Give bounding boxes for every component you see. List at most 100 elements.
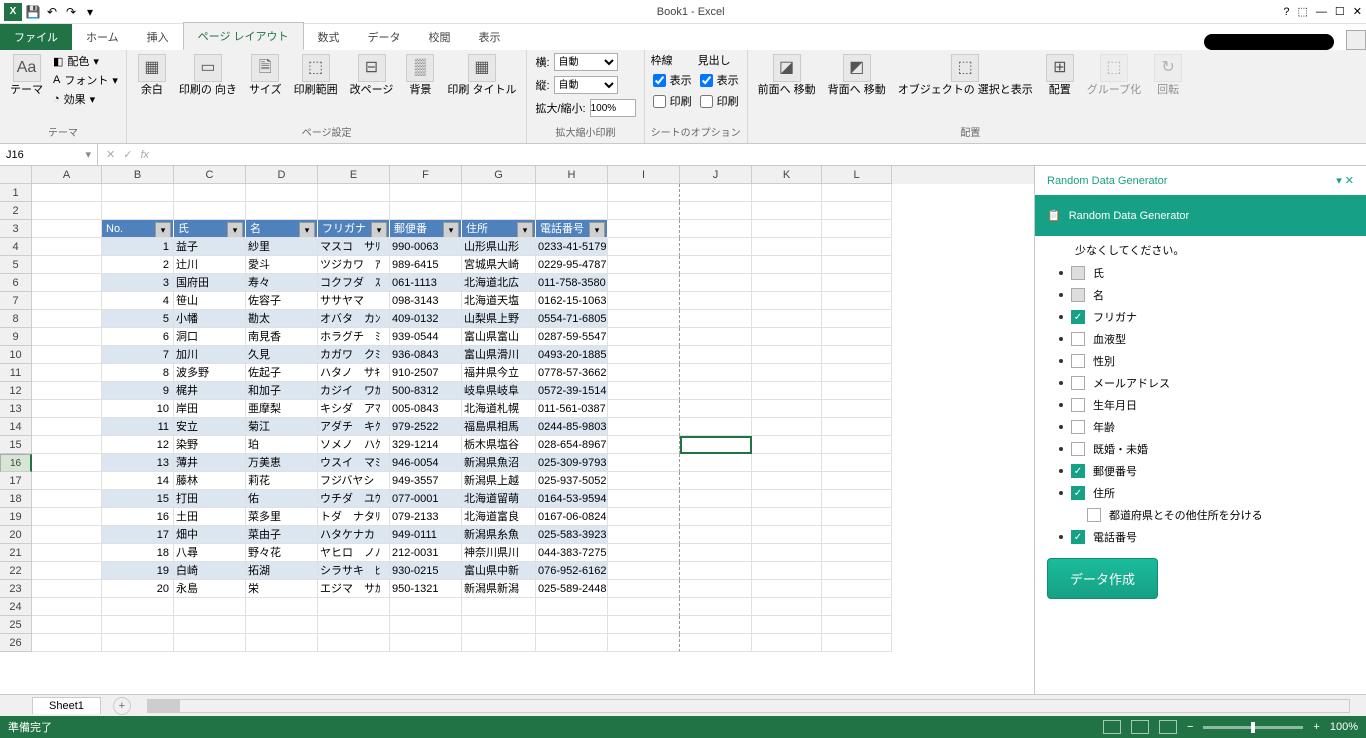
horizontal-scrollbar[interactable] [147, 699, 1350, 713]
scale-zoom-input[interactable] [590, 99, 636, 117]
cell[interactable] [102, 184, 174, 202]
cell[interactable]: 16 [102, 508, 174, 526]
cell[interactable]: 和加子 [246, 382, 318, 400]
cell[interactable] [608, 454, 680, 472]
cell[interactable]: 栄 [246, 580, 318, 598]
cell[interactable]: 1 [102, 238, 174, 256]
cell[interactable] [680, 580, 752, 598]
cell[interactable] [390, 598, 462, 616]
cell[interactable] [32, 526, 102, 544]
cell[interactable] [32, 454, 102, 472]
cell[interactable]: 莉花 [246, 472, 318, 490]
row-header[interactable]: 14 [0, 418, 32, 436]
cell[interactable]: 土田 [174, 508, 246, 526]
row-header[interactable]: 4 [0, 238, 32, 256]
cell[interactable]: 19 [102, 562, 174, 580]
cell[interactable]: 山形県山形 [462, 238, 536, 256]
cell[interactable]: 北海道札幌 [462, 400, 536, 418]
cell[interactable]: 17 [102, 526, 174, 544]
col-header-E[interactable]: E [318, 166, 390, 184]
cell[interactable] [102, 634, 174, 652]
cell[interactable]: 八尋 [174, 544, 246, 562]
cell[interactable]: 菊江 [246, 418, 318, 436]
selection-pane-button[interactable]: ⬚オブジェクトの 選択と表示 [894, 52, 1037, 99]
fx-icon[interactable]: fx [140, 149, 149, 161]
cell[interactable] [174, 634, 246, 652]
cell[interactable] [32, 328, 102, 346]
cell[interactable] [680, 382, 752, 400]
minimize-icon[interactable]: — [1316, 6, 1327, 18]
cell[interactable]: 15 [102, 490, 174, 508]
option-row[interactable]: メールアドレス [1059, 372, 1354, 394]
cell[interactable]: 939-0544 [390, 328, 462, 346]
cell[interactable] [822, 472, 892, 490]
cell[interactable] [752, 202, 822, 220]
cell[interactable]: 950-1321 [390, 580, 462, 598]
cell[interactable]: 500-8312 [390, 382, 462, 400]
cell[interactable]: シラサキ ﾋ [318, 562, 390, 580]
cell[interactable] [174, 202, 246, 220]
cell[interactable]: 6 [102, 328, 174, 346]
cell[interactable]: 10 [102, 400, 174, 418]
cell[interactable]: 0493-20-1885 [536, 346, 608, 364]
checkbox[interactable] [1071, 332, 1085, 346]
row-header[interactable]: 24 [0, 598, 32, 616]
cell[interactable] [752, 580, 822, 598]
normal-view-button[interactable] [1103, 720, 1121, 734]
cell[interactable] [32, 274, 102, 292]
theme-effects-button[interactable]: ◔ 効果▾ [51, 90, 120, 108]
cell[interactable] [32, 220, 102, 238]
cell[interactable] [174, 184, 246, 202]
cell[interactable]: 国府田 [174, 274, 246, 292]
cell[interactable] [32, 544, 102, 562]
tab-formulas[interactable]: 数式 [304, 24, 354, 50]
cell[interactable] [462, 202, 536, 220]
cell[interactable] [102, 202, 174, 220]
cell[interactable]: 025-937-5052 [536, 472, 608, 490]
cell[interactable] [608, 616, 680, 634]
cell[interactable] [246, 598, 318, 616]
cell[interactable] [752, 508, 822, 526]
cell[interactable] [680, 292, 752, 310]
cell[interactable]: 4 [102, 292, 174, 310]
help-icon[interactable]: ? [1283, 6, 1289, 18]
cell[interactable]: 愛斗 [246, 256, 318, 274]
cell[interactable] [246, 634, 318, 652]
row-header[interactable]: 7 [0, 292, 32, 310]
row-header[interactable]: 13 [0, 400, 32, 418]
row-header[interactable]: 2 [0, 202, 32, 220]
row-header[interactable]: 18 [0, 490, 32, 508]
zoom-slider[interactable] [1203, 726, 1303, 729]
cell[interactable]: 菜多里 [246, 508, 318, 526]
rotate-button[interactable]: ↻回転 [1149, 52, 1187, 99]
cell[interactable]: フジバヤシ [318, 472, 390, 490]
cell[interactable] [608, 238, 680, 256]
cell[interactable]: 044-383-7275 [536, 544, 608, 562]
pane-close-icon[interactable]: ✕ [1345, 175, 1354, 187]
cell[interactable]: 拓湖 [246, 562, 318, 580]
cell[interactable]: アダチ キｸ [318, 418, 390, 436]
cell[interactable]: 061-1113 [390, 274, 462, 292]
cell[interactable]: 山梨県上野 [462, 310, 536, 328]
account-area[interactable] [1204, 34, 1334, 50]
col-header-B[interactable]: B [102, 166, 174, 184]
option-row[interactable]: ✓郵便番号 [1059, 460, 1354, 482]
cell[interactable] [752, 436, 822, 454]
cell[interactable] [752, 238, 822, 256]
checkbox[interactable] [1087, 508, 1101, 522]
cell[interactable] [752, 364, 822, 382]
cell[interactable] [32, 580, 102, 598]
cell[interactable] [680, 184, 752, 202]
send-backward-button[interactable]: ◩背面へ 移動 [824, 52, 890, 99]
cell[interactable]: 0162-15-1063 [536, 292, 608, 310]
cell[interactable] [608, 562, 680, 580]
cell[interactable]: 南見香 [246, 328, 318, 346]
cell[interactable] [680, 220, 752, 238]
cell[interactable] [822, 454, 892, 472]
tab-view[interactable]: 表示 [465, 24, 515, 50]
cell[interactable]: コクフダ ｽ [318, 274, 390, 292]
col-header-H[interactable]: H [536, 166, 608, 184]
cell[interactable]: 5 [102, 310, 174, 328]
cell[interactable] [318, 202, 390, 220]
cell[interactable]: 329-1214 [390, 436, 462, 454]
